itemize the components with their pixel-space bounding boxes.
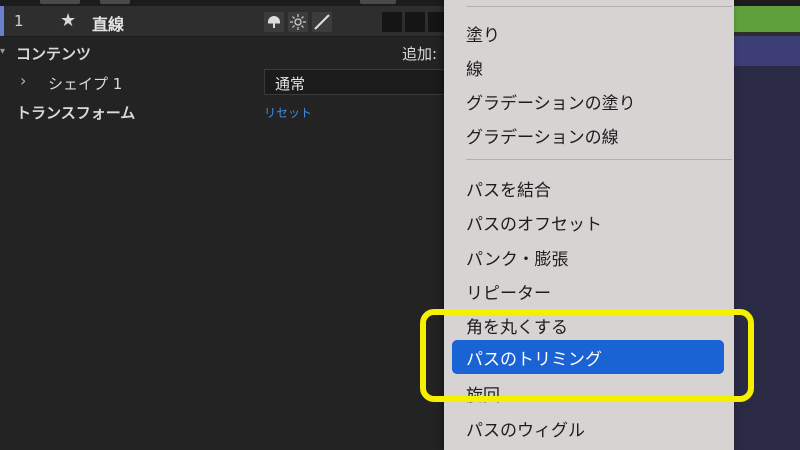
star-icon: ★ — [60, 10, 77, 31]
quality-icon[interactable] — [312, 12, 332, 32]
highlight-annotation-box — [420, 309, 754, 402]
chevron-down-icon[interactable]: ▾ — [0, 46, 5, 57]
toolbar-fragment — [360, 0, 396, 4]
menu-separator — [466, 6, 732, 7]
chevron-right-icon[interactable]: › — [20, 71, 26, 90]
menu-item-gradient-fill[interactable]: グラデーションの塗り — [466, 89, 636, 114]
shy-icon[interactable] — [264, 12, 284, 32]
switch-slot[interactable] — [382, 12, 402, 32]
menu-item-stroke[interactable]: 線 — [466, 55, 483, 80]
layer-label-color[interactable] — [0, 6, 4, 36]
transform-label: トランスフォーム — [16, 104, 136, 122]
reset-link[interactable]: リセット — [264, 104, 312, 121]
toolbar-fragment — [40, 0, 80, 4]
switch-slot[interactable] — [405, 12, 425, 32]
shape-label: シェイプ 1 — [48, 75, 123, 93]
toolbar-fragment — [100, 0, 130, 4]
blend-mode-select[interactable]: 通常 — [264, 69, 454, 95]
blend-mode-value: 通常 — [275, 75, 306, 93]
layer-index: 1 — [14, 12, 24, 30]
after-effects-timeline: 1 ★ 直線 ▾ コンテンツ 追加: › シェイプ 1 通常 トランスフォーム … — [0, 0, 800, 450]
contents-label: コンテンツ — [16, 45, 92, 63]
menu-item-repeater[interactable]: リピーター — [466, 279, 551, 304]
layer-name[interactable]: 直線 — [92, 11, 124, 35]
menu-item-gradient-stroke[interactable]: グラデーションの線 — [466, 123, 619, 148]
menu-separator — [466, 159, 732, 160]
add-label: 追加: — [402, 45, 438, 63]
menu-item-merge-paths[interactable]: パスを結合 — [466, 176, 551, 201]
menu-item-wiggle-paths[interactable]: パスのウィグル — [466, 416, 585, 441]
collapse-icon[interactable] — [288, 12, 308, 32]
layer-duration-bar[interactable] — [734, 6, 800, 32]
track-band — [734, 36, 800, 66]
menu-item-fill[interactable]: 塗り — [466, 21, 500, 46]
menu-item-offset-paths[interactable]: パスのオフセット — [466, 210, 602, 235]
menu-item-pucker-bloat[interactable]: パンク・膨張 — [466, 245, 569, 270]
